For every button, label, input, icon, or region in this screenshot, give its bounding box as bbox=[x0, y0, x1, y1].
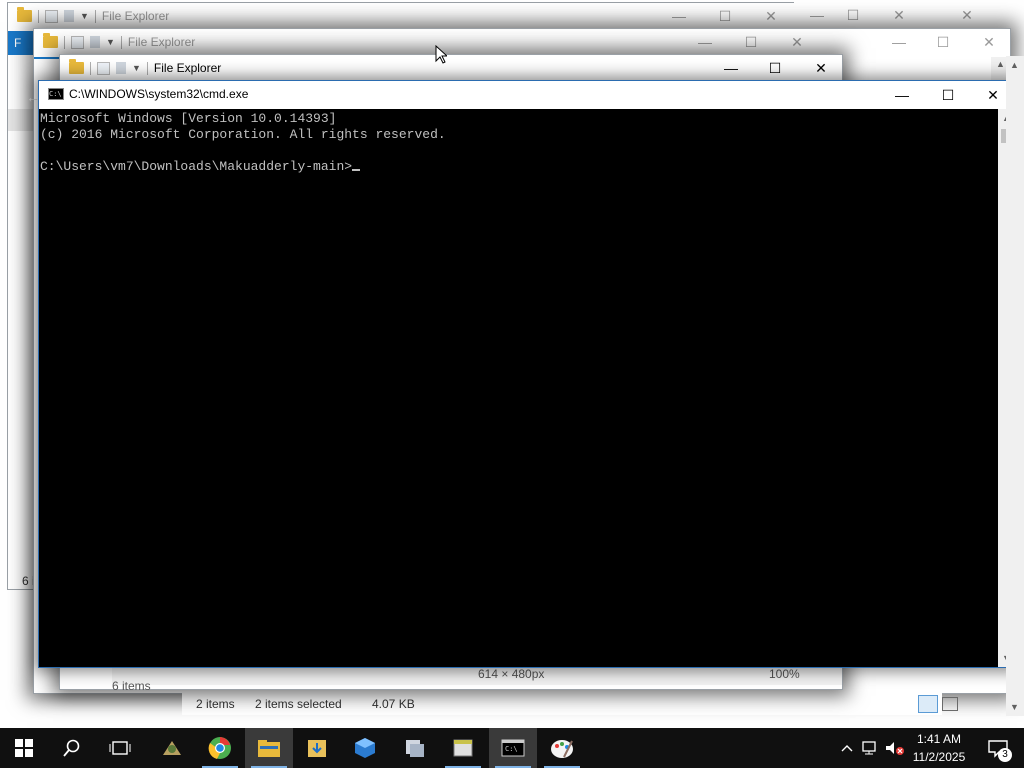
scroll-down-icon[interactable]: ▼ bbox=[1010, 702, 1019, 712]
outer-scrollbar[interactable]: ▲ ▼ bbox=[1006, 56, 1024, 716]
quick-access-toolbar: ▼ File Explorer bbox=[69, 59, 222, 75]
close-button[interactable]: ✕ bbox=[798, 55, 844, 81]
text-cursor bbox=[352, 169, 361, 171]
console-line: (c) 2016 Microsoft Corporation. All righ… bbox=[40, 127, 446, 142]
clock[interactable]: 1:41 AM 11/2/2025 bbox=[906, 730, 972, 766]
folder-icon bbox=[17, 7, 32, 22]
svg-text:C:\: C:\ bbox=[505, 745, 518, 753]
taskbar-network-drive[interactable] bbox=[390, 728, 438, 768]
console-line: Microsoft Windows [Version 10.0.14393] bbox=[40, 111, 337, 126]
folder-icon bbox=[258, 740, 280, 757]
close-button[interactable]: ✕ bbox=[876, 2, 922, 28]
clock-time: 1:41 AM bbox=[916, 732, 962, 746]
minimize-button[interactable]: — bbox=[879, 81, 925, 109]
scroll-up-icon[interactable]: ▲ bbox=[996, 59, 1005, 69]
taskbar-app-tool[interactable] bbox=[148, 728, 196, 768]
scroll-up-icon[interactable]: ▲ bbox=[1010, 60, 1019, 70]
customize-dropdown-icon[interactable]: ▼ bbox=[106, 37, 115, 47]
start-button[interactable] bbox=[0, 728, 48, 768]
maximize-button[interactable]: ☐ bbox=[925, 81, 971, 109]
notification-count-badge: 3 bbox=[998, 748, 1012, 762]
notepad-icon bbox=[453, 739, 473, 757]
maximize-button[interactable]: ☐ bbox=[728, 29, 774, 55]
customize-dropdown-icon[interactable]: ▼ bbox=[132, 63, 141, 73]
customize-dropdown-icon[interactable]: ▼ bbox=[80, 11, 89, 21]
close-button[interactable]: ✕ bbox=[774, 29, 820, 55]
paint-icon bbox=[551, 740, 573, 758]
maximize-button[interactable]: ☐ bbox=[702, 3, 748, 29]
taskbar-notepad[interactable] bbox=[439, 728, 487, 768]
quick-access-toolbar: ▼ File Explorer bbox=[17, 7, 170, 23]
taskbar-cmd[interactable]: C:\ bbox=[489, 728, 537, 768]
folder-icon bbox=[43, 33, 58, 48]
properties-icon[interactable] bbox=[45, 9, 58, 23]
prompt-text: C:\Users\vm7\Downloads\Makuadderly-main> bbox=[40, 159, 353, 174]
chrome-icon bbox=[208, 737, 231, 759]
search-button[interactable] bbox=[48, 728, 96, 768]
search-icon bbox=[63, 739, 80, 757]
window-title: File Explorer bbox=[153, 61, 222, 75]
new-folder-icon[interactable] bbox=[90, 36, 100, 48]
new-folder-icon[interactable] bbox=[64, 10, 74, 22]
taskbar-chrome[interactable] bbox=[196, 728, 244, 768]
close-button[interactable]: ✕ bbox=[944, 2, 990, 28]
network-icon bbox=[862, 741, 876, 755]
taskbar: C:\ 1:41 AM 11/2/2025 3 bbox=[0, 728, 1024, 768]
quick-access-toolbar: ▼ File Explorer bbox=[43, 33, 196, 49]
show-hidden-icons-button[interactable] bbox=[838, 728, 856, 768]
properties-icon[interactable] bbox=[97, 61, 110, 75]
task-view-button[interactable] bbox=[96, 728, 144, 768]
minimize-button[interactable]: — bbox=[682, 29, 728, 55]
cmd-window[interactable]: C:\ C:\WINDOWS\system32\cmd.exe — ☐ ✕ Mi… bbox=[38, 80, 1016, 668]
volume-muted-icon bbox=[886, 742, 904, 755]
zoom-level: 100% bbox=[769, 667, 800, 681]
action-center-button[interactable]: 3 bbox=[978, 728, 1018, 768]
prompt-line[interactable]: C:\Users\vm7\Downloads\Makuadderly-main> bbox=[40, 159, 999, 175]
folder-icon bbox=[69, 59, 84, 74]
virtualbox-icon bbox=[355, 738, 375, 758]
status-size: 4.07 KB bbox=[372, 697, 415, 711]
maximize-button[interactable]: ☐ bbox=[752, 55, 798, 81]
cmd-title: C:\WINDOWS\system32\cmd.exe bbox=[69, 87, 249, 101]
cmd-icon: C:\ bbox=[501, 739, 525, 757]
taskbar-downloads[interactable] bbox=[293, 728, 341, 768]
minimize-button[interactable]: — bbox=[708, 55, 754, 81]
network-drive-icon bbox=[406, 740, 424, 757]
taskbar-paint[interactable] bbox=[538, 728, 586, 768]
status-bar: 2 items 2 items selected 4.07 KB bbox=[182, 693, 958, 715]
cmd-icon: C:\ bbox=[48, 88, 64, 100]
explorer-window-far-right[interactable]: — ☐ ✕ ✕ bbox=[794, 2, 990, 28]
status-items: 2 items bbox=[196, 697, 235, 711]
maximize-button[interactable]: ☐ bbox=[830, 2, 876, 28]
close-button[interactable]: ✕ bbox=[748, 3, 794, 29]
task-view-icon bbox=[109, 741, 131, 755]
mouse-pointer-icon bbox=[435, 45, 447, 64]
large-icons-view-icon[interactable] bbox=[942, 697, 958, 711]
app-tool-icon bbox=[163, 741, 181, 755]
image-dimensions: 614 × 480px bbox=[478, 667, 545, 681]
new-folder-icon[interactable] bbox=[116, 62, 126, 74]
close-button[interactable]: ✕ bbox=[966, 29, 1012, 55]
status-items-count: 6 items bbox=[112, 679, 151, 693]
minimize-button[interactable]: — bbox=[876, 29, 922, 55]
taskbar-virtualbox[interactable] bbox=[341, 728, 389, 768]
console-output[interactable]: Microsoft Windows [Version 10.0.14393] (c… bbox=[39, 109, 999, 667]
properties-icon[interactable] bbox=[71, 35, 84, 49]
taskbar-file-explorer[interactable] bbox=[245, 728, 293, 768]
image-info-bar: 614 × 480px 100% bbox=[112, 665, 842, 685]
window-title: File Explorer bbox=[127, 35, 196, 49]
minimize-button[interactable]: — bbox=[656, 3, 702, 29]
windows-logo-icon bbox=[15, 739, 33, 757]
chevron-up-icon bbox=[841, 745, 853, 752]
window-title: File Explorer bbox=[101, 9, 170, 23]
status-selected: 2 items selected bbox=[255, 697, 342, 711]
volume-tray-button[interactable] bbox=[884, 728, 906, 768]
network-tray-button[interactable] bbox=[860, 728, 882, 768]
downloads-folder-icon bbox=[308, 740, 326, 757]
maximize-button[interactable]: ☐ bbox=[920, 29, 966, 55]
clock-date: 11/2/2025 bbox=[912, 750, 966, 764]
details-view-icon[interactable] bbox=[918, 695, 938, 713]
cmd-titlebar[interactable]: C:\ C:\WINDOWS\system32\cmd.exe — ☐ ✕ bbox=[39, 81, 1015, 109]
